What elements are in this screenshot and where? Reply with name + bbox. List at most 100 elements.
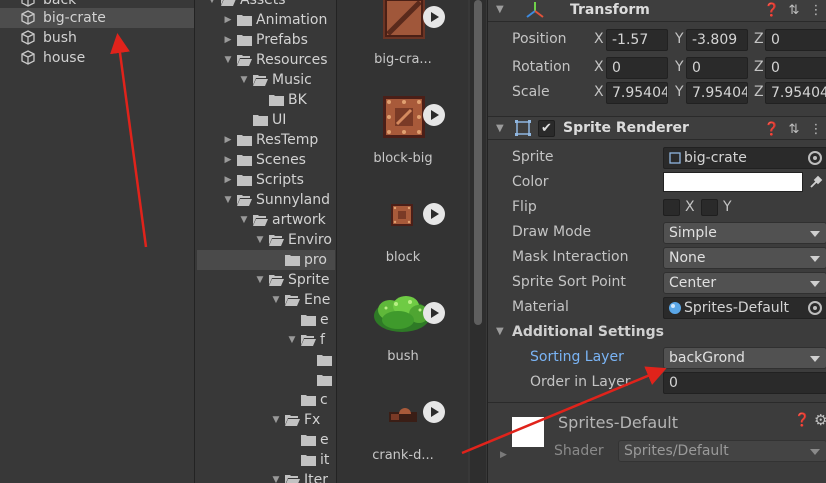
tree-item-it[interactable]: it (197, 450, 335, 470)
rotation-x-field[interactable]: 0 (606, 57, 668, 79)
preset-icon[interactable]: ⇅ (783, 3, 805, 18)
settings-gear-icon[interactable]: ⚙ (814, 411, 826, 429)
sprite-label: Sprite (512, 149, 554, 165)
dropdown-caret-icon (810, 449, 820, 455)
flip-x-checkbox[interactable] (663, 199, 680, 216)
mask-interaction-dropdown[interactable]: None (663, 247, 826, 269)
eyedropper-icon[interactable] (808, 174, 824, 190)
position-z-field[interactable]: 0 (765, 29, 826, 51)
rotation-y-field[interactable]: 0 (686, 57, 748, 79)
order-in-layer-field[interactable]: 0 (663, 372, 826, 394)
expanded-arrow-icon[interactable]: ▼ (271, 470, 281, 483)
expanded-arrow-icon[interactable]: ▼ (271, 290, 281, 310)
collapse-arrow-icon[interactable]: ▼ (496, 123, 510, 134)
preset-icon[interactable]: ⇅ (783, 122, 805, 137)
flip-y-checkbox[interactable] (701, 199, 718, 216)
tree-item-animation[interactable]: ▶ Animation (197, 10, 335, 30)
tree-item-artwork[interactable]: ▼ artwork (197, 210, 335, 230)
object-picker-icon[interactable] (808, 301, 822, 315)
sorting-layer-label: Sorting Layer (530, 349, 624, 365)
order-in-layer-row: Order in Layer 0 (488, 371, 826, 395)
hierarchy-item-bush[interactable]: bush (0, 28, 194, 48)
tree-item-e[interactable]: e (197, 430, 335, 450)
hierarchy-item-house[interactable]: house (0, 48, 194, 68)
play-preview-button[interactable] (423, 104, 445, 126)
collapsed-arrow-icon[interactable]: ▶ (223, 130, 233, 150)
position-y-field[interactable]: -3.809 (686, 29, 748, 51)
collapsed-arrow-icon[interactable]: ▶ (223, 170, 233, 190)
collapse-arrow-icon[interactable]: ▼ (496, 4, 510, 15)
tree-item-pro[interactable]: pro (197, 250, 335, 270)
more-menu-icon[interactable]: ⋮ (805, 3, 826, 18)
sprite-renderer-header[interactable]: ▼ ✔ Sprite Renderer ❓ ⇅ ⋮ (488, 116, 826, 140)
expanded-arrow-icon[interactable]: ▼ (255, 230, 265, 250)
collapsed-arrow-icon[interactable]: ▶ (223, 150, 233, 170)
play-preview-button[interactable] (423, 6, 445, 28)
play-preview-button[interactable] (423, 302, 445, 324)
tree-item-fx[interactable]: ▼ Fx (197, 410, 335, 430)
expanded-arrow-icon[interactable]: ▼ (255, 270, 265, 290)
tree-item-restemp[interactable]: ▶ ResTemp (197, 130, 335, 150)
play-preview-button[interactable] (423, 203, 445, 225)
hierarchy-item-big-crate[interactable]: big-crate (0, 8, 194, 28)
rotation-z-field[interactable]: 0 (765, 57, 826, 79)
expanded-arrow-icon[interactable]: ▼ (223, 50, 233, 70)
tree-item-scenes[interactable]: ▶ Scenes (197, 150, 335, 170)
expand-arrow-icon[interactable]: ▶ (500, 450, 507, 460)
tree-item-bk[interactable]: BK (197, 90, 335, 110)
scrollbar-thumb[interactable] (474, 0, 482, 325)
expanded-arrow-icon[interactable]: ▼ (239, 70, 249, 90)
collapsed-arrow-icon[interactable]: ▶ (223, 10, 233, 30)
tree-item-c[interactable]: c (197, 390, 335, 410)
draw-mode-dropdown[interactable]: Simple (663, 222, 826, 244)
help-icon[interactable]: ❓ (761, 3, 783, 18)
sprite-sort-point-row: Sprite Sort Point Center (488, 271, 826, 295)
color-swatch[interactable] (663, 172, 803, 192)
tree-item-unnamed[interactable] (197, 370, 335, 390)
scale-z-field[interactable]: 7.95404 (765, 82, 826, 104)
play-preview-button[interactable] (423, 401, 445, 423)
tree-item-unnamed[interactable] (197, 350, 335, 370)
tree-item-prefabs[interactable]: ▶ Prefabs (197, 30, 335, 50)
help-icon[interactable]: ❓ (794, 413, 810, 428)
help-icon[interactable]: ❓ (761, 122, 783, 137)
scale-x-field[interactable]: 7.95404 (606, 82, 668, 104)
sprite-object-field[interactable]: big-crate (663, 147, 826, 169)
tree-item-scripts[interactable]: ▶ Scripts (197, 170, 335, 190)
tree-item-resources[interactable]: ▼ Resources (197, 50, 335, 70)
tree-item-f[interactable]: ▼ f (197, 330, 335, 350)
sorting-layer-dropdown[interactable]: backGrond (663, 347, 826, 369)
position-x-field[interactable]: -1.57 (606, 29, 668, 51)
tree-item-enviro[interactable]: ▼ Enviro (197, 230, 335, 250)
more-menu-icon[interactable]: ⋮ (805, 122, 826, 137)
expanded-arrow-icon[interactable]: ▼ (239, 210, 249, 230)
additional-settings-foldout[interactable]: ▼ Additional Settings (488, 321, 826, 345)
expanded-arrow-icon[interactable]: ▼ (287, 330, 297, 350)
folder-icon (301, 315, 316, 326)
dropdown-caret-icon (810, 231, 820, 237)
scale-y-field[interactable]: 7.95404 (686, 82, 748, 104)
tree-item-music[interactable]: ▼ Music (197, 70, 335, 90)
foldout-arrow-icon[interactable]: ▼ (496, 326, 504, 337)
expanded-arrow-icon[interactable]: ▼ (271, 410, 281, 430)
shader-label: Shader (554, 443, 604, 459)
tree-item-label: Ene (304, 292, 331, 308)
enabled-checkbox[interactable]: ✔ (538, 119, 555, 137)
shader-dropdown[interactable]: Sprites/Default (618, 440, 826, 462)
transform-header[interactable]: ▼ Transform ❓ ⇅ ⋮ (488, 0, 826, 22)
sprite-sort-point-dropdown[interactable]: Center (663, 272, 826, 294)
folder-open-icon (285, 475, 300, 483)
tree-item-sunnyland[interactable]: ▼ Sunnyland (197, 190, 335, 210)
project-scrollbar[interactable] (470, 0, 486, 483)
tree-item-sprite[interactable]: ▼ Sprite (197, 270, 335, 290)
expanded-arrow-icon[interactable]: ▼ (207, 0, 217, 10)
expanded-arrow-icon[interactable]: ▼ (223, 190, 233, 210)
material-object-field[interactable]: Sprites-Default (663, 297, 826, 319)
collapsed-arrow-icon[interactable]: ▶ (223, 30, 233, 50)
tree-item-ene[interactable]: ▼ Ene (197, 290, 335, 310)
tree-item-ui[interactable]: UI (197, 110, 335, 130)
object-picker-icon[interactable] (808, 151, 822, 165)
tree-item-e[interactable]: e (197, 310, 335, 330)
tree-item-assets[interactable]: ▼ Assets (197, 0, 335, 10)
tree-item-iter[interactable]: ▼ Iter (197, 470, 335, 483)
